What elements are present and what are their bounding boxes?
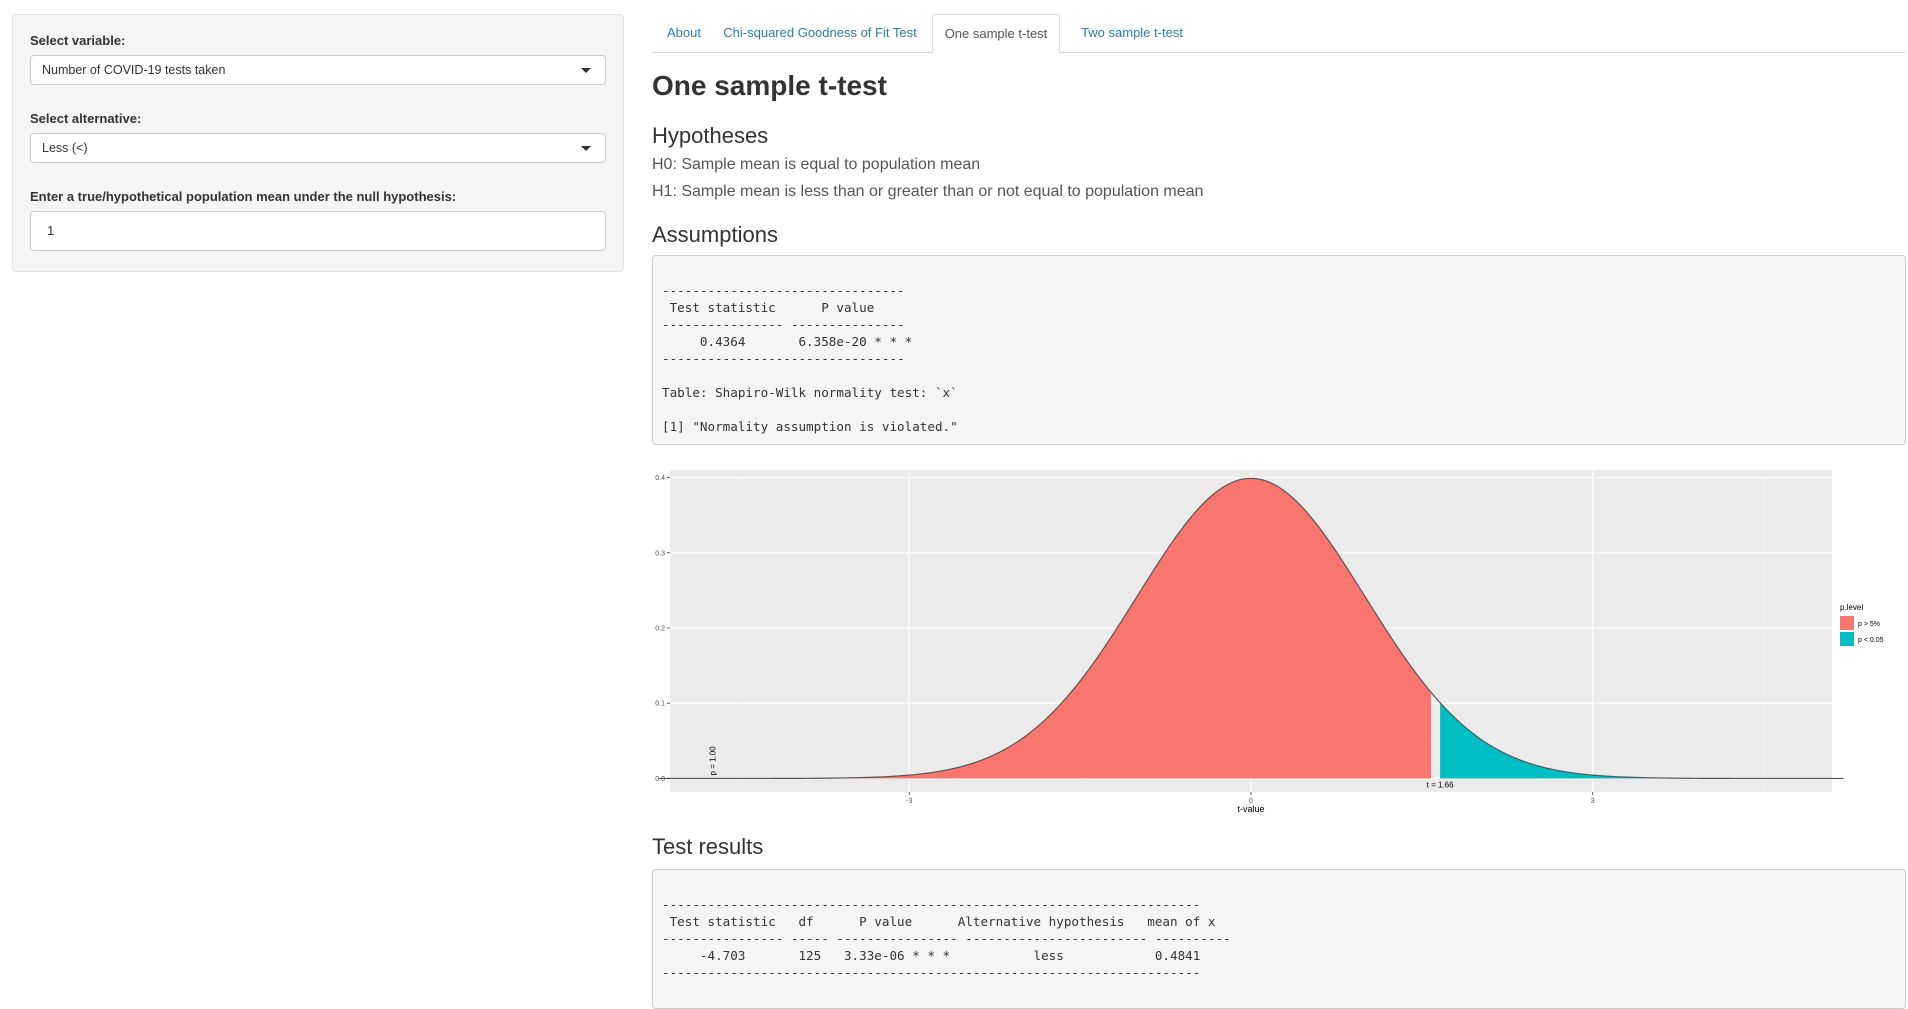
chevron-down-icon: [581, 146, 591, 151]
legend-key-0: [1840, 616, 1854, 630]
main-panel: About Chi-squared Goodness of Fit Test O…: [652, 14, 1906, 1009]
alternative-select[interactable]: Less (<): [30, 133, 606, 163]
legend-label-1: p < 0.05: [1858, 637, 1884, 644]
y-tick-label: 0.3: [655, 550, 665, 557]
population-mean-label: Enter a true/hypothetical population mea…: [30, 189, 457, 204]
x-axis-title: t-value: [1237, 804, 1264, 814]
alternative-select-value: Less (<): [42, 141, 88, 155]
variable-select-value: Number of COVID-19 tests taken: [42, 63, 226, 77]
t-distribution-chart: 0.0 0.1 0.2 0.3 0.4 -3 0 3 t-value p = 1.00 t = 1.…: [652, 460, 1906, 825]
y-tick-label: 0.4: [655, 475, 665, 482]
y-tick-label: 0.2: [655, 625, 665, 632]
x-tick-label: -3: [906, 798, 912, 805]
alternative-label: Select alternative:: [30, 111, 142, 126]
legend-label-0: p > 5%: [1858, 621, 1880, 628]
population-mean-value: 1: [47, 223, 55, 238]
tab-about[interactable]: About: [652, 14, 716, 52]
variable-label: Select variable:: [30, 33, 126, 48]
chevron-down-icon: [581, 68, 591, 73]
tab-one-sample-t-test[interactable]: One sample t-test: [932, 14, 1060, 53]
p-value-annotation: p = 1.00: [709, 746, 718, 776]
tab-bar: About Chi-squared Goodness of Fit Test O…: [652, 14, 1906, 53]
test-results-output: ----------------------------------------…: [652, 869, 1906, 1009]
x-tick-label: 3: [1591, 798, 1595, 805]
h1-text: H1: Sample mean is less than or greater …: [652, 183, 1204, 200]
h0-text: H0: Sample mean is equal to population m…: [652, 156, 981, 173]
tab-chi-squared[interactable]: Chi-squared Goodness of Fit Test: [721, 14, 919, 52]
test-results-heading: Test results: [652, 834, 764, 859]
population-mean-input[interactable]: 1: [30, 211, 606, 251]
tab-two-sample-t-test[interactable]: Two sample t-test: [1067, 14, 1197, 52]
assumptions-heading: Assumptions: [652, 222, 778, 247]
t-stat-annotation: t = 1.66: [1427, 780, 1454, 789]
legend-title: p.level: [1840, 603, 1863, 612]
chart-svg: 0.00.10.20.30.4-3 0 3t-valuep = 1.00t = 1.…: [652, 460, 1884, 814]
y-tick-label: 0.1: [655, 701, 665, 708]
y-tick-label: 0.0: [655, 776, 665, 783]
legend-key-1: [1840, 632, 1854, 646]
hypotheses-heading: Hypotheses: [652, 123, 769, 148]
page-title: One sample t-test: [652, 70, 887, 101]
variable-select[interactable]: Number of COVID-19 tests taken: [30, 55, 606, 85]
sidebar-panel: Select variable: Number of COVID-19 test…: [12, 14, 624, 272]
assumptions-output: -------------------------------- Test st…: [652, 255, 1906, 445]
